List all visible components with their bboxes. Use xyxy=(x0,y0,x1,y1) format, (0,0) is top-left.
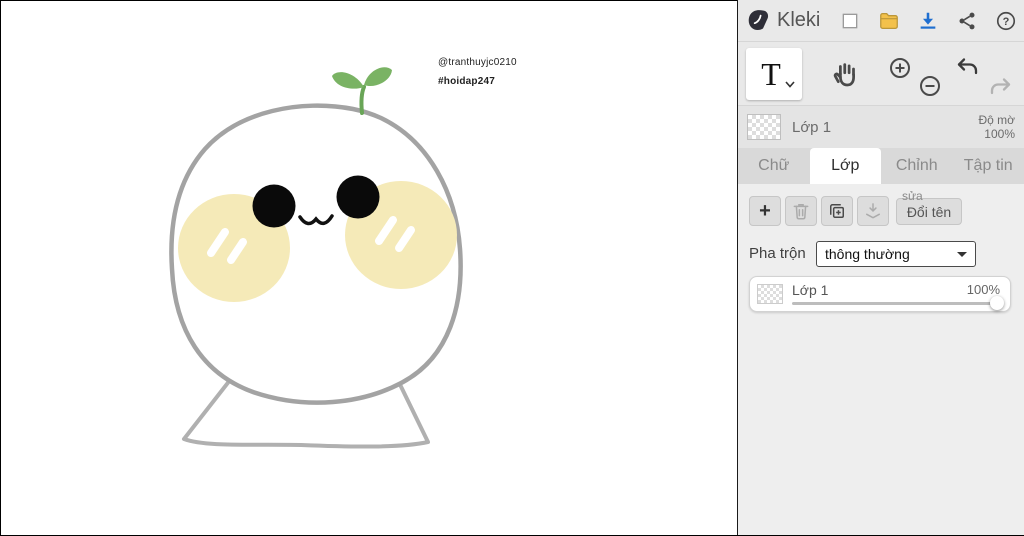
tool-row: T xyxy=(738,42,1024,106)
blend-mode-label: Pha trộn xyxy=(749,245,806,262)
tab-chu[interactable]: Chữ xyxy=(738,148,810,184)
merge-down-icon xyxy=(866,203,880,219)
add-layer-icon: + xyxy=(759,199,771,222)
zoom-out-button[interactable] xyxy=(918,74,942,103)
kleki-app: @tranthuyjc0210 #hoidap247 Kleki ? T Lớp… xyxy=(0,0,1024,536)
open-folder-icon xyxy=(880,13,898,29)
share-button[interactable] xyxy=(955,9,979,33)
canvas-annotation-hashtag: #hoidap247 xyxy=(438,76,496,87)
undo-button[interactable] xyxy=(956,56,980,85)
hand-tool-icon xyxy=(833,63,855,87)
add-layer-button[interactable]: + xyxy=(749,196,781,226)
hand-tool-button[interactable] xyxy=(826,54,866,94)
layer-thumbnail[interactable] xyxy=(747,114,781,140)
layer-list-item[interactable]: Lớp 1 100% xyxy=(749,276,1011,312)
chevron-down-icon xyxy=(785,81,795,88)
tab-tap-tin[interactable]: Tập tin xyxy=(953,148,1024,184)
new-file-button[interactable] xyxy=(838,9,862,33)
open-file-button[interactable] xyxy=(877,9,901,33)
blend-mode-row: Pha trộn thông thường xyxy=(738,240,1024,268)
save-download-button[interactable] xyxy=(916,9,940,33)
layers-tab-content: + sửa Đổi tên Pha trộn thông thường Lớp … xyxy=(738,184,1024,535)
character-drawing xyxy=(169,67,463,449)
opacity-value: 100% xyxy=(984,127,1015,141)
trash-icon xyxy=(793,204,809,220)
zoom-in-button[interactable] xyxy=(888,56,912,85)
top-bar: Kleki ? xyxy=(738,0,1024,42)
opacity-slider-track[interactable] xyxy=(792,302,994,305)
zoom-out-icon xyxy=(920,76,940,96)
zoom-in-icon xyxy=(890,58,910,78)
text-tool-button[interactable]: T xyxy=(746,48,802,100)
blend-mode-select[interactable]: thông thường xyxy=(816,241,976,267)
download-icon xyxy=(920,12,936,29)
duplicate-layer-button[interactable] xyxy=(821,196,853,226)
opacity-label: Độ mờ xyxy=(978,113,1015,127)
undo-icon xyxy=(957,58,978,75)
new-file-icon xyxy=(842,13,858,29)
canvas-annotation-handle: @tranthuyjc0210 xyxy=(438,57,517,68)
opacity-slider-knob[interactable] xyxy=(990,296,1004,310)
drawing-canvas[interactable]: @tranthuyjc0210 #hoidap247 xyxy=(0,0,737,535)
share-icon xyxy=(959,12,975,30)
svg-text:?: ? xyxy=(1003,16,1010,28)
redo-button[interactable] xyxy=(988,76,1012,105)
merge-down-button[interactable] xyxy=(857,196,889,226)
opacity-readout: Độ mờ 100% xyxy=(978,113,1015,141)
side-panel: Kleki ? T Lớp 1 Độ mờ 100% Chữ Lớp Chỉnh… xyxy=(737,0,1024,535)
help-button[interactable]: ? xyxy=(994,9,1018,33)
layer-item-thumbnail xyxy=(757,284,783,304)
active-layer-preview: Lớp 1 Độ mờ 100% xyxy=(738,106,1024,148)
edit-hint-label: sửa xyxy=(902,189,923,203)
panel-tabs: Chữ Lớp Chỉnh Tập tin xyxy=(738,148,1024,184)
tab-chinh[interactable]: Chỉnh xyxy=(881,148,953,184)
help-icon: ? xyxy=(996,11,1016,31)
app-title: Kleki xyxy=(777,9,821,31)
redo-icon xyxy=(990,78,1011,95)
text-tool-icon: T xyxy=(761,55,781,92)
active-layer-name: Lớp 1 xyxy=(792,119,832,136)
app-logo: Kleki xyxy=(746,8,820,34)
kleki-logo-icon xyxy=(748,9,769,30)
layer-item-opacity: 100% xyxy=(966,282,1000,297)
layer-item-name: Lớp 1 xyxy=(792,282,829,298)
duplicate-layer-icon xyxy=(830,204,844,218)
tab-lop[interactable]: Lớp xyxy=(809,148,881,184)
delete-layer-button[interactable] xyxy=(785,196,817,226)
